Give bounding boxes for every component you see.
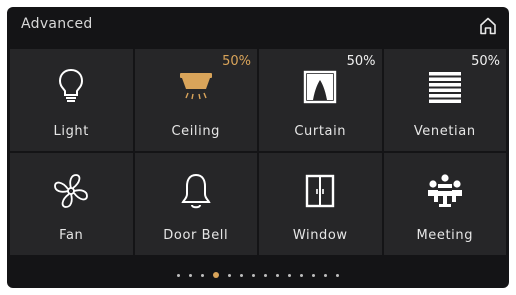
page-dot[interactable] [312, 273, 315, 277]
meeting-icon [384, 171, 507, 211]
tile-doorbell[interactable]: Door Bell [134, 153, 258, 255]
home-icon[interactable] [475, 13, 501, 39]
page-dot[interactable] [336, 273, 339, 277]
tile-ceiling[interactable]: 50% Ceiling [134, 49, 258, 151]
tile-light[interactable]: Light [10, 49, 133, 151]
bell-icon [135, 171, 258, 211]
curtain-icon [259, 67, 382, 107]
page-dot[interactable] [264, 273, 267, 277]
page-dot[interactable] [177, 273, 180, 277]
page-dot[interactable] [201, 273, 204, 277]
tile-label: Venetian [413, 124, 476, 139]
page-dot[interactable] [300, 273, 303, 277]
tile-curtain[interactable]: 50% Curtain [259, 49, 382, 151]
page-dot[interactable] [240, 273, 243, 277]
tile-label: Fan [59, 228, 84, 243]
page-title: Advanced [21, 16, 93, 32]
tile-meeting[interactable]: Meeting [383, 153, 507, 255]
tile-label: Curtain [294, 124, 347, 139]
tile-label: Ceiling [171, 124, 221, 139]
tile-window[interactable]: Window [259, 153, 382, 255]
page-dot[interactable] [288, 273, 291, 277]
venetian-blind-icon [384, 67, 507, 107]
tile-label: Light [53, 124, 89, 139]
control-panel: Advanced Light 50% Ceiling 50% Curtain 5… [7, 7, 509, 288]
page-dot[interactable] [228, 273, 231, 277]
bulb-icon [10, 67, 133, 107]
page-dot-active[interactable] [213, 272, 219, 278]
page-dot[interactable] [252, 273, 255, 277]
page-dot[interactable] [276, 273, 279, 277]
header: Advanced [7, 7, 509, 47]
page-dot[interactable] [189, 273, 192, 277]
tile-venetian[interactable]: 50% Venetian [383, 49, 507, 151]
fan-icon [10, 171, 133, 211]
page-dot[interactable] [324, 273, 327, 277]
ceiling-lamp-icon [135, 67, 258, 107]
tile-label: Window [292, 228, 348, 243]
device-grid: Light 50% Ceiling 50% Curtain 50% Veneti… [10, 49, 506, 255]
tile-label: Meeting [416, 228, 474, 243]
page-indicator[interactable] [7, 268, 509, 282]
tile-fan[interactable]: Fan [10, 153, 133, 255]
tile-label: Door Bell [163, 228, 229, 243]
window-icon [259, 171, 382, 211]
